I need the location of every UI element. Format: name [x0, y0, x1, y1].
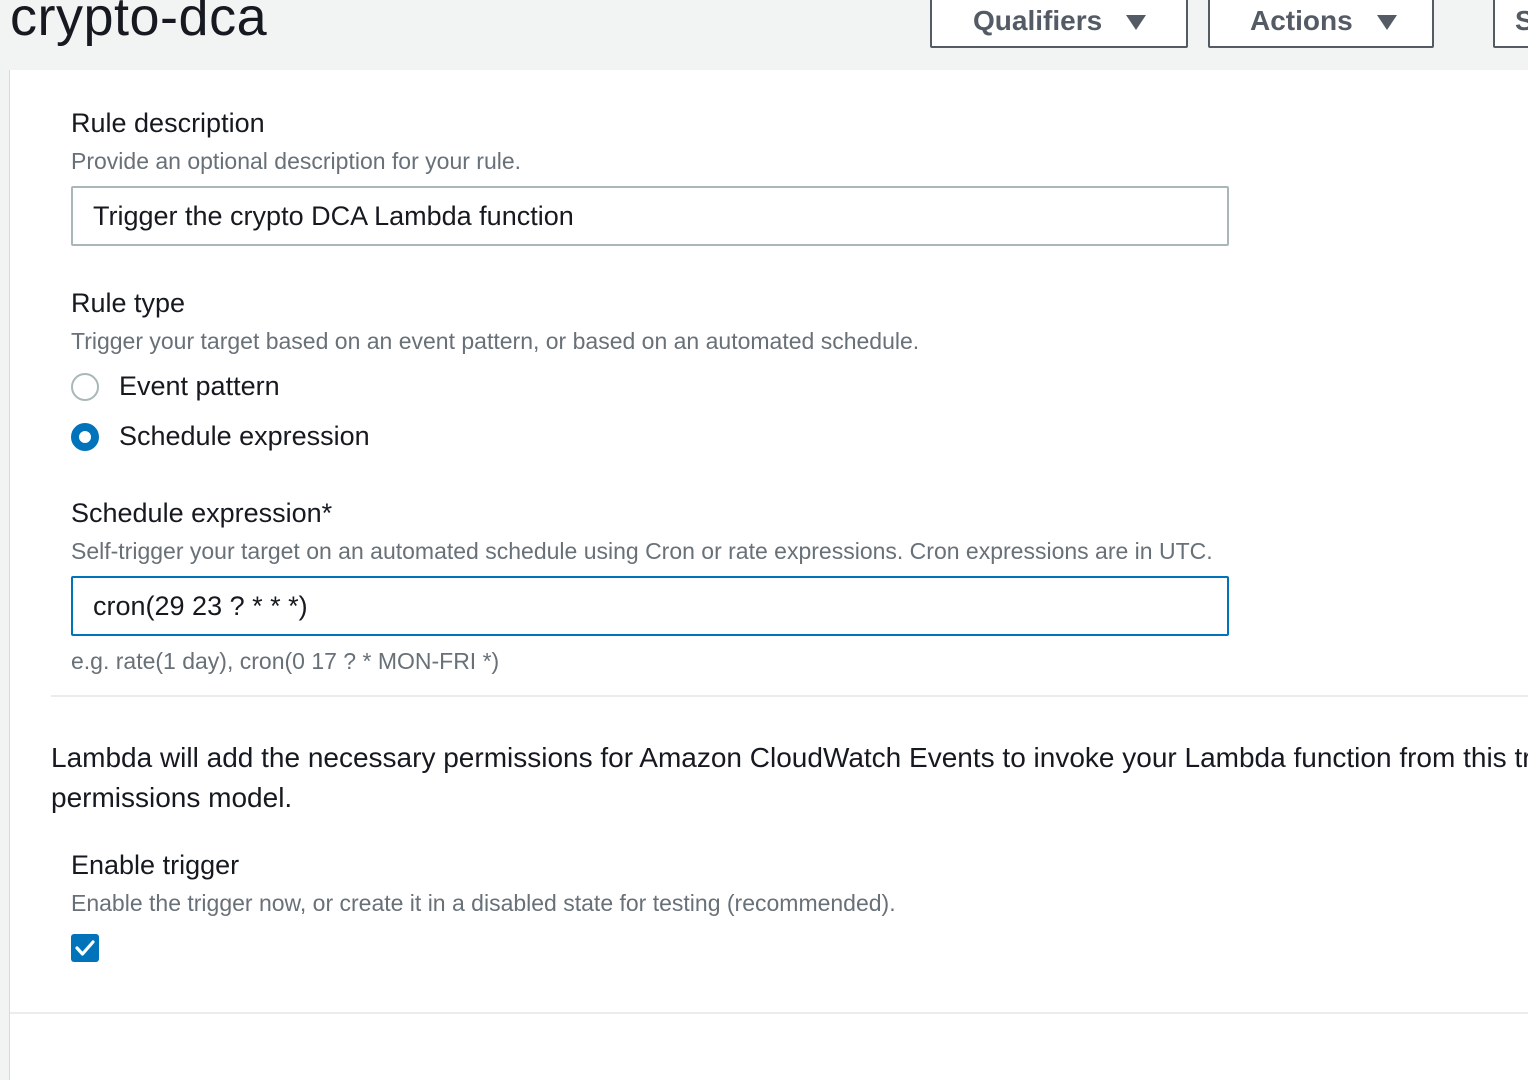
qualifiers-dropdown-button[interactable]: Qualifiers	[930, 0, 1188, 48]
radio-label-event-pattern: Event pattern	[119, 371, 280, 401]
enable-trigger-checkbox[interactable]	[71, 934, 99, 962]
schedule-expression-label: Schedule expression*	[71, 498, 333, 528]
radio-schedule-expression[interactable]: Schedule expression	[71, 421, 370, 452]
radio-label-schedule-expression: Schedule expression	[119, 421, 370, 451]
page-title: crypto-dca	[10, 0, 268, 47]
save-button[interactable]: Save	[1493, 0, 1528, 48]
caret-down-icon	[1126, 14, 1147, 30]
radio-event-pattern[interactable]: Event pattern	[71, 371, 280, 402]
rule-type-help: Trigger your target based on an event pa…	[71, 328, 920, 354]
checkmark-icon	[75, 940, 95, 956]
qualifiers-label: Qualifiers	[973, 5, 1103, 36]
rule-description-help: Provide an optional description for your…	[71, 148, 522, 174]
enable-trigger-help: Enable the trigger now, or create it in …	[71, 890, 896, 916]
permissions-note: Lambda will add the necessary permission…	[51, 738, 1528, 818]
permissions-note-line-1: Lambda will add the necessary permission…	[51, 742, 1528, 773]
actions-dropdown-button[interactable]: Actions	[1208, 0, 1434, 48]
section-divider	[51, 695, 1528, 697]
schedule-expression-help: Self-trigger your target on an automated…	[71, 538, 1213, 564]
radio-button-checked[interactable]	[71, 422, 99, 451]
rule-description-input[interactable]	[71, 186, 1229, 246]
radio-button-unchecked[interactable]	[71, 372, 99, 401]
schedule-expression-hint: e.g. rate(1 day), cron(0 17 ? * MON-FRI …	[71, 648, 500, 674]
caret-down-icon	[1376, 14, 1397, 30]
rule-type-label: Rule type	[71, 288, 186, 318]
enable-trigger-label: Enable trigger	[71, 850, 240, 880]
page-header: crypto-dca Qualifiers Actions Save	[0, 0, 1528, 70]
save-label: Save	[1515, 5, 1528, 36]
permissions-note-line-2: permissions model.	[51, 782, 293, 813]
trigger-config-panel: Rule description Provide an optional des…	[9, 70, 1528, 1080]
schedule-expression-input[interactable]	[71, 576, 1229, 636]
actions-label: Actions	[1250, 5, 1353, 36]
rule-description-label: Rule description	[71, 108, 265, 138]
bottom-divider	[10, 1012, 1528, 1014]
